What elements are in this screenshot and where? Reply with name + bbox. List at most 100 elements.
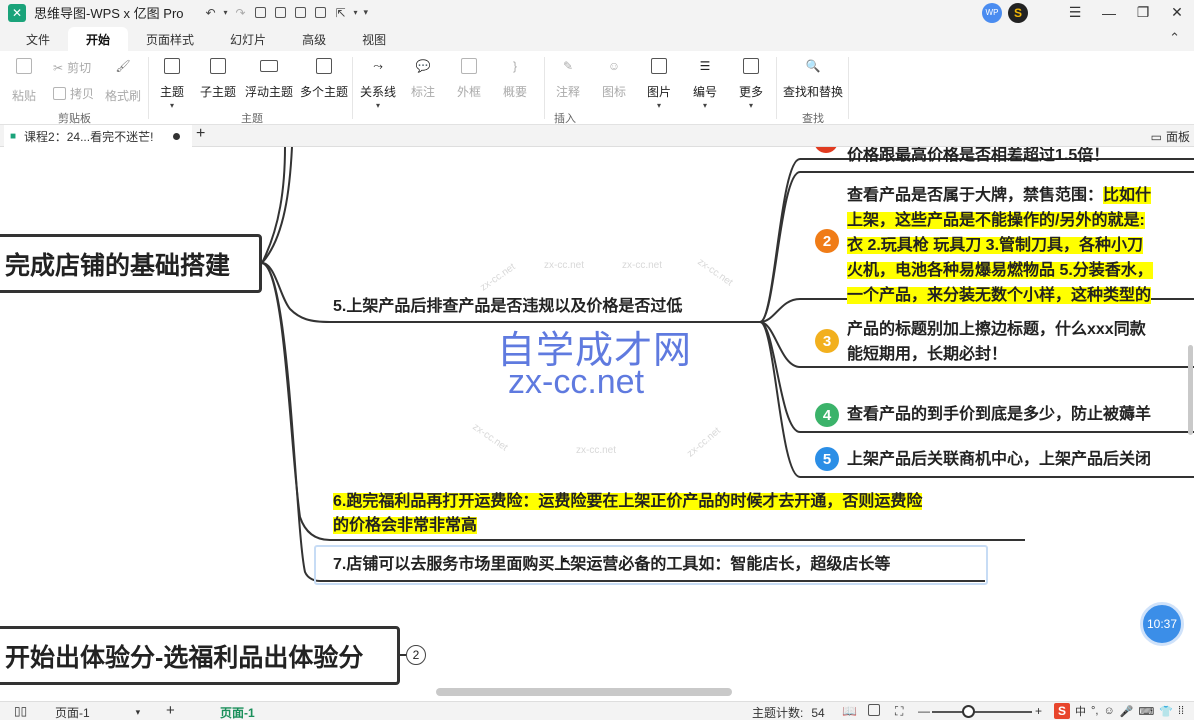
- tab-advanced[interactable]: 高级: [284, 27, 344, 51]
- tab-page-style[interactable]: 页面样式: [128, 27, 212, 51]
- account-avatar[interactable]: WP: [982, 2, 1002, 23]
- item-2-prohibited-products[interactable]: 查看产品是否属于大牌，禁售范围：比如什 上架，这些产品是不能操作的/另外的就是:…: [847, 183, 1194, 308]
- branch-5-text: 5.上架产品后排查产品是否违规以及价格是否过低: [333, 298, 683, 315]
- floating-timer[interactable]: 10:37: [1140, 602, 1184, 646]
- panel-toggle-button[interactable]: ▭ 面板: [1151, 128, 1190, 145]
- relation-line-button[interactable]: ⤳ 关系线 ▾: [360, 55, 396, 111]
- collapsed-children-count[interactable]: 2: [406, 645, 426, 665]
- tab-start[interactable]: 开始: [68, 27, 129, 51]
- undo-dropdown-icon[interactable]: ▾: [224, 8, 228, 17]
- item-1-price-check[interactable]: 价格跟最高价格是否相差超过1.5倍！: [847, 147, 1194, 168]
- find-icon: 🔍: [805, 59, 821, 73]
- topic-button[interactable]: 主题 ▾: [160, 55, 184, 110]
- horizontal-scrollbar[interactable]: [436, 688, 732, 696]
- restore-icon[interactable]: ❐: [1126, 0, 1160, 25]
- tab-file[interactable]: 文件: [8, 27, 68, 51]
- paste-button[interactable]: 粘贴: [12, 55, 36, 104]
- numbering-icon: ☰: [699, 59, 711, 73]
- panel-icon: ▭: [1150, 129, 1162, 144]
- print-icon[interactable]: [314, 6, 328, 20]
- undo-icon[interactable]: ↶: [204, 6, 218, 20]
- page-list-icon[interactable]: ▯▯: [14, 704, 27, 718]
- find-group-label: 查找: [802, 113, 824, 125]
- ime-keyboard-icon[interactable]: ⌨: [1138, 705, 1154, 718]
- unsaved-dot-icon[interactable]: [173, 132, 181, 140]
- export-icon[interactable]: ⇱: [334, 6, 348, 20]
- image-button[interactable]: 图片 ▾: [647, 55, 671, 110]
- branch-6-shipping-insurance[interactable]: 6.跑完福利品再打开运费险：运费险要在上架正价产品的时候才去开通，否则运费险 的…: [333, 490, 923, 538]
- find-replace-button[interactable]: 🔍 查找和替换: [783, 55, 843, 100]
- mindmap-canvas[interactable]: zx-cc.net zx-cc.net zx-cc.net zx-cc.net …: [0, 147, 1194, 701]
- branch-7-text: 7.店铺可以去服务市场里面购买上架运营必备的工具如：智能店长，超级店长等: [333, 556, 891, 573]
- tab-view[interactable]: 视图: [344, 27, 404, 51]
- zoom-in-icon[interactable]: +: [1035, 704, 1042, 718]
- s-badge-icon[interactable]: S: [1008, 2, 1028, 23]
- item-3-title-rules[interactable]: 产品的标题别加上擦边标题，什么xxx同款 能短期用，长期必封！: [847, 317, 1194, 367]
- copy-button[interactable]: 拷贝: [53, 85, 94, 102]
- multiple-topics-button[interactable]: 多个主题: [300, 55, 348, 100]
- quick-access-toolbar: ↶ ▾ ↷ ⇱ ▾ ▾: [204, 6, 369, 20]
- customize-toolbar-icon[interactable]: ▾: [364, 7, 369, 18]
- page-selector-dropdown-icon: ▾: [135, 707, 141, 717]
- zoom-slider-track[interactable]: [932, 711, 1032, 713]
- subtopic-button[interactable]: 子主题: [200, 55, 236, 100]
- ime-smile-icon[interactable]: ☺: [1103, 705, 1114, 717]
- save-icon[interactable]: [294, 6, 308, 20]
- more-icon: [740, 55, 762, 77]
- item-5-opportunity-center[interactable]: 上架产品后关联商机中心，上架产品后关闭: [847, 447, 1194, 472]
- item-2-line4: 火机，电池各种易爆易燃物品 5.分装香水，: [847, 262, 1153, 279]
- zoom-slider-knob[interactable]: [962, 705, 975, 718]
- zoom-out-icon[interactable]: —: [918, 704, 930, 718]
- close-icon[interactable]: ✕: [1160, 0, 1194, 25]
- minimize-icon[interactable]: —: [1092, 0, 1126, 25]
- branch-5-check-products[interactable]: 5.上架产品后排查产品是否违规以及价格是否过低: [333, 295, 682, 319]
- hamburger-menu-icon[interactable]: ☰: [1058, 0, 1092, 25]
- topic-dropdown-icon: ▾: [170, 101, 175, 110]
- topic-node-store-setup[interactable]: 完成店铺的基础搭建: [0, 234, 262, 293]
- topic-node-experience-score[interactable]: 开始出体验分-选福利品出体验分: [0, 626, 400, 685]
- add-page-plus-icon[interactable]: +: [166, 702, 175, 719]
- boundary-button[interactable]: 外框: [457, 55, 481, 100]
- ime-shirt-icon[interactable]: 👕: [1159, 705, 1173, 718]
- callout-button[interactable]: 💬 标注: [411, 55, 435, 100]
- ime-language[interactable]: 中: [1075, 703, 1086, 719]
- ime-mic-icon[interactable]: 🎤: [1120, 705, 1134, 718]
- topic-group-label: 主题: [241, 113, 263, 125]
- icon-button[interactable]: ☺ 图标: [602, 55, 626, 100]
- fit-page-icon[interactable]: [868, 704, 880, 716]
- document-tab[interactable]: ■ 课程2：24...看完不迷芒!: [4, 125, 192, 147]
- collapse-ribbon-icon[interactable]: ⌃: [1169, 30, 1180, 46]
- numbering-button[interactable]: ☰ 编号 ▾: [693, 55, 717, 110]
- branch-7-service-market-tools[interactable]: 7.店铺可以去服务市场里面购买上架运营必备的工具如：智能店长，超级店长等: [333, 553, 890, 577]
- view-mode-book-icon[interactable]: 📖: [842, 704, 857, 718]
- item-3-line1: 产品的标题别加上擦边标题，什么xxx同款: [847, 321, 1146, 338]
- fullscreen-icon[interactable]: ⛶: [895, 704, 903, 719]
- format-painter-button[interactable]: 🖌 格式刷: [105, 55, 141, 104]
- page-selector[interactable]: 页面-1 ▾: [55, 704, 140, 720]
- cut-button[interactable]: ✂ 剪切: [53, 59, 91, 76]
- summary-button[interactable]: } 概要: [503, 55, 527, 100]
- ime-grid-icon[interactable]: ⁞⁞: [1178, 705, 1184, 717]
- item-4-final-price[interactable]: 查看产品的到手价到底是多少，防止被薅羊: [847, 402, 1194, 427]
- note-button[interactable]: ✎ 注释: [556, 55, 580, 100]
- summary-icon: }: [512, 59, 517, 73]
- vertical-scrollbar[interactable]: [1188, 345, 1193, 435]
- ime-punct-icon[interactable]: °,: [1091, 705, 1098, 717]
- floating-topic-button[interactable]: 浮动主题: [245, 55, 293, 100]
- export-dropdown-icon[interactable]: ▾: [354, 8, 358, 17]
- more-button[interactable]: 更多 ▾: [739, 55, 763, 110]
- watermark-sub: zx-cc.net: [508, 363, 645, 401]
- redo-icon[interactable]: ↷: [234, 6, 248, 20]
- app-title: 思维导图-WPS x 亿图 Pro: [34, 6, 184, 21]
- new-icon[interactable]: [254, 6, 268, 20]
- open-folder-icon[interactable]: [274, 6, 288, 20]
- ribbon-separator: [776, 57, 777, 119]
- paste-label: 粘贴: [12, 89, 37, 103]
- mouse-cursor-icon: ↖: [561, 553, 573, 569]
- page-tab-1[interactable]: 页面-1: [220, 704, 255, 720]
- page-tab-1-label: 页面-1: [220, 706, 255, 720]
- sogou-ime-icon[interactable]: S: [1054, 703, 1070, 719]
- subtopic-label: 子主题: [200, 85, 237, 99]
- tab-slides[interactable]: 幻灯片: [212, 27, 284, 51]
- new-tab-plus-icon[interactable]: +: [196, 125, 205, 143]
